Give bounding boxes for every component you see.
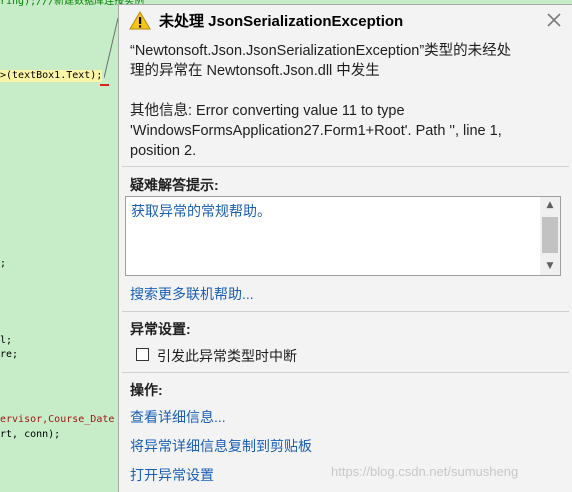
code-line: ; [0,258,7,269]
exception-settings-heading: 异常设置: [130,321,191,337]
code-line: re; [0,349,19,360]
chevron-down-icon[interactable]: ▼ [540,258,560,275]
troubleshooting-tips-list: 获取异常的常规帮助。 ▲ ▼ [125,196,561,276]
exception-message-line: 理的异常在 Newtonsoft.Json.dll 中发生 [130,63,380,79]
divider [122,372,569,373]
actions-heading: 操作: [130,382,163,398]
additional-info-line: position 2. [130,143,197,159]
code-line: ervisor,Course_Date [0,414,115,425]
watermark: https://blog.csdn.net/sumusheng [331,464,519,479]
exception-message-line: “Newtonsoft.Json.JsonSerializationExcept… [130,43,512,59]
troubleshooting-heading: 疑难解答提示: [130,177,219,193]
tip-general-help-link[interactable]: 获取异常的常规帮助。 [131,201,271,221]
code-line: l; [0,335,13,346]
code-line-highlighted: >(textBox1.Text); [0,70,103,82]
error-squiggle [100,82,109,86]
search-online-help-link[interactable]: 搜索更多联机帮助... [130,284,254,304]
exception-helper-popup: 未处理 JsonSerializationException “Newtonso… [118,4,572,492]
copy-details-link[interactable]: 将异常详细信息复制到剪贴板 [130,436,312,456]
close-icon[interactable] [546,12,562,28]
exception-message: “Newtonsoft.Json.JsonSerializationExcept… [130,41,560,81]
break-on-exception-label[interactable]: 引发此异常类型时中断 [157,346,297,366]
break-on-exception-checkbox[interactable] [136,348,149,361]
view-details-link[interactable]: 查看详细信息... [130,407,226,427]
additional-info-line: 其他信息: Error converting value 11 to type [130,103,405,119]
warning-icon [129,11,151,30]
scroll-thumb[interactable] [542,217,558,253]
exception-title: 未处理 JsonSerializationException [159,13,404,30]
additional-info: 其他信息: Error converting value 11 to type … [130,101,560,161]
open-exception-settings-link[interactable]: 打开异常设置 [130,465,214,485]
popup-titlebar: 未处理 JsonSerializationException [119,5,572,35]
chevron-up-icon[interactable]: ▲ [540,197,560,214]
callout-pointer [104,18,118,79]
tips-scrollbar[interactable]: ▲ ▼ [540,197,560,275]
divider [122,311,569,312]
code-line: rt, conn); [0,429,61,440]
additional-info-line: 'WindowsFormsApplication27.Form1+Root'. … [130,123,502,139]
divider [122,166,569,167]
